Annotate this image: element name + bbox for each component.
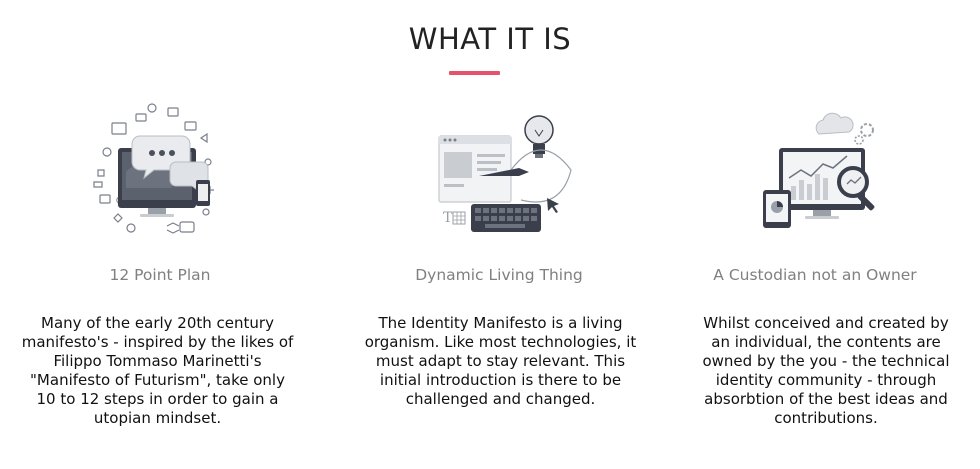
svg-text:T: T — [443, 210, 453, 226]
feature-heading: Dynamic Living Thing — [415, 266, 583, 284]
section-title: WHAT IT IS — [408, 22, 572, 56]
feature-description: The Identity Manifesto is a living organ… — [364, 314, 637, 408]
social-media-chat-icon — [80, 100, 240, 245]
analytics-magnifier-cloud-icon — [735, 100, 895, 245]
design-lightbulb-keyboard-icon: T — [419, 100, 579, 245]
title-underline — [449, 71, 500, 75]
feature-heading: A Custodian not an Owner — [713, 266, 917, 284]
feature-description: Many of the early 20th century manifesto… — [21, 314, 294, 427]
feature-description: Whilst conceived and created by an indiv… — [702, 314, 950, 427]
feature-card-12-point-plan: 12 Point Plan Many of the early 20th cen… — [0, 100, 320, 427]
feature-heading: 12 Point Plan — [109, 266, 211, 284]
feature-card-custodian-not-owner: A Custodian not an Owner Whilst conceive… — [665, 100, 965, 427]
feature-card-dynamic-living-thing: T Dynamic Living Thing The Identity Mani… — [339, 100, 659, 408]
